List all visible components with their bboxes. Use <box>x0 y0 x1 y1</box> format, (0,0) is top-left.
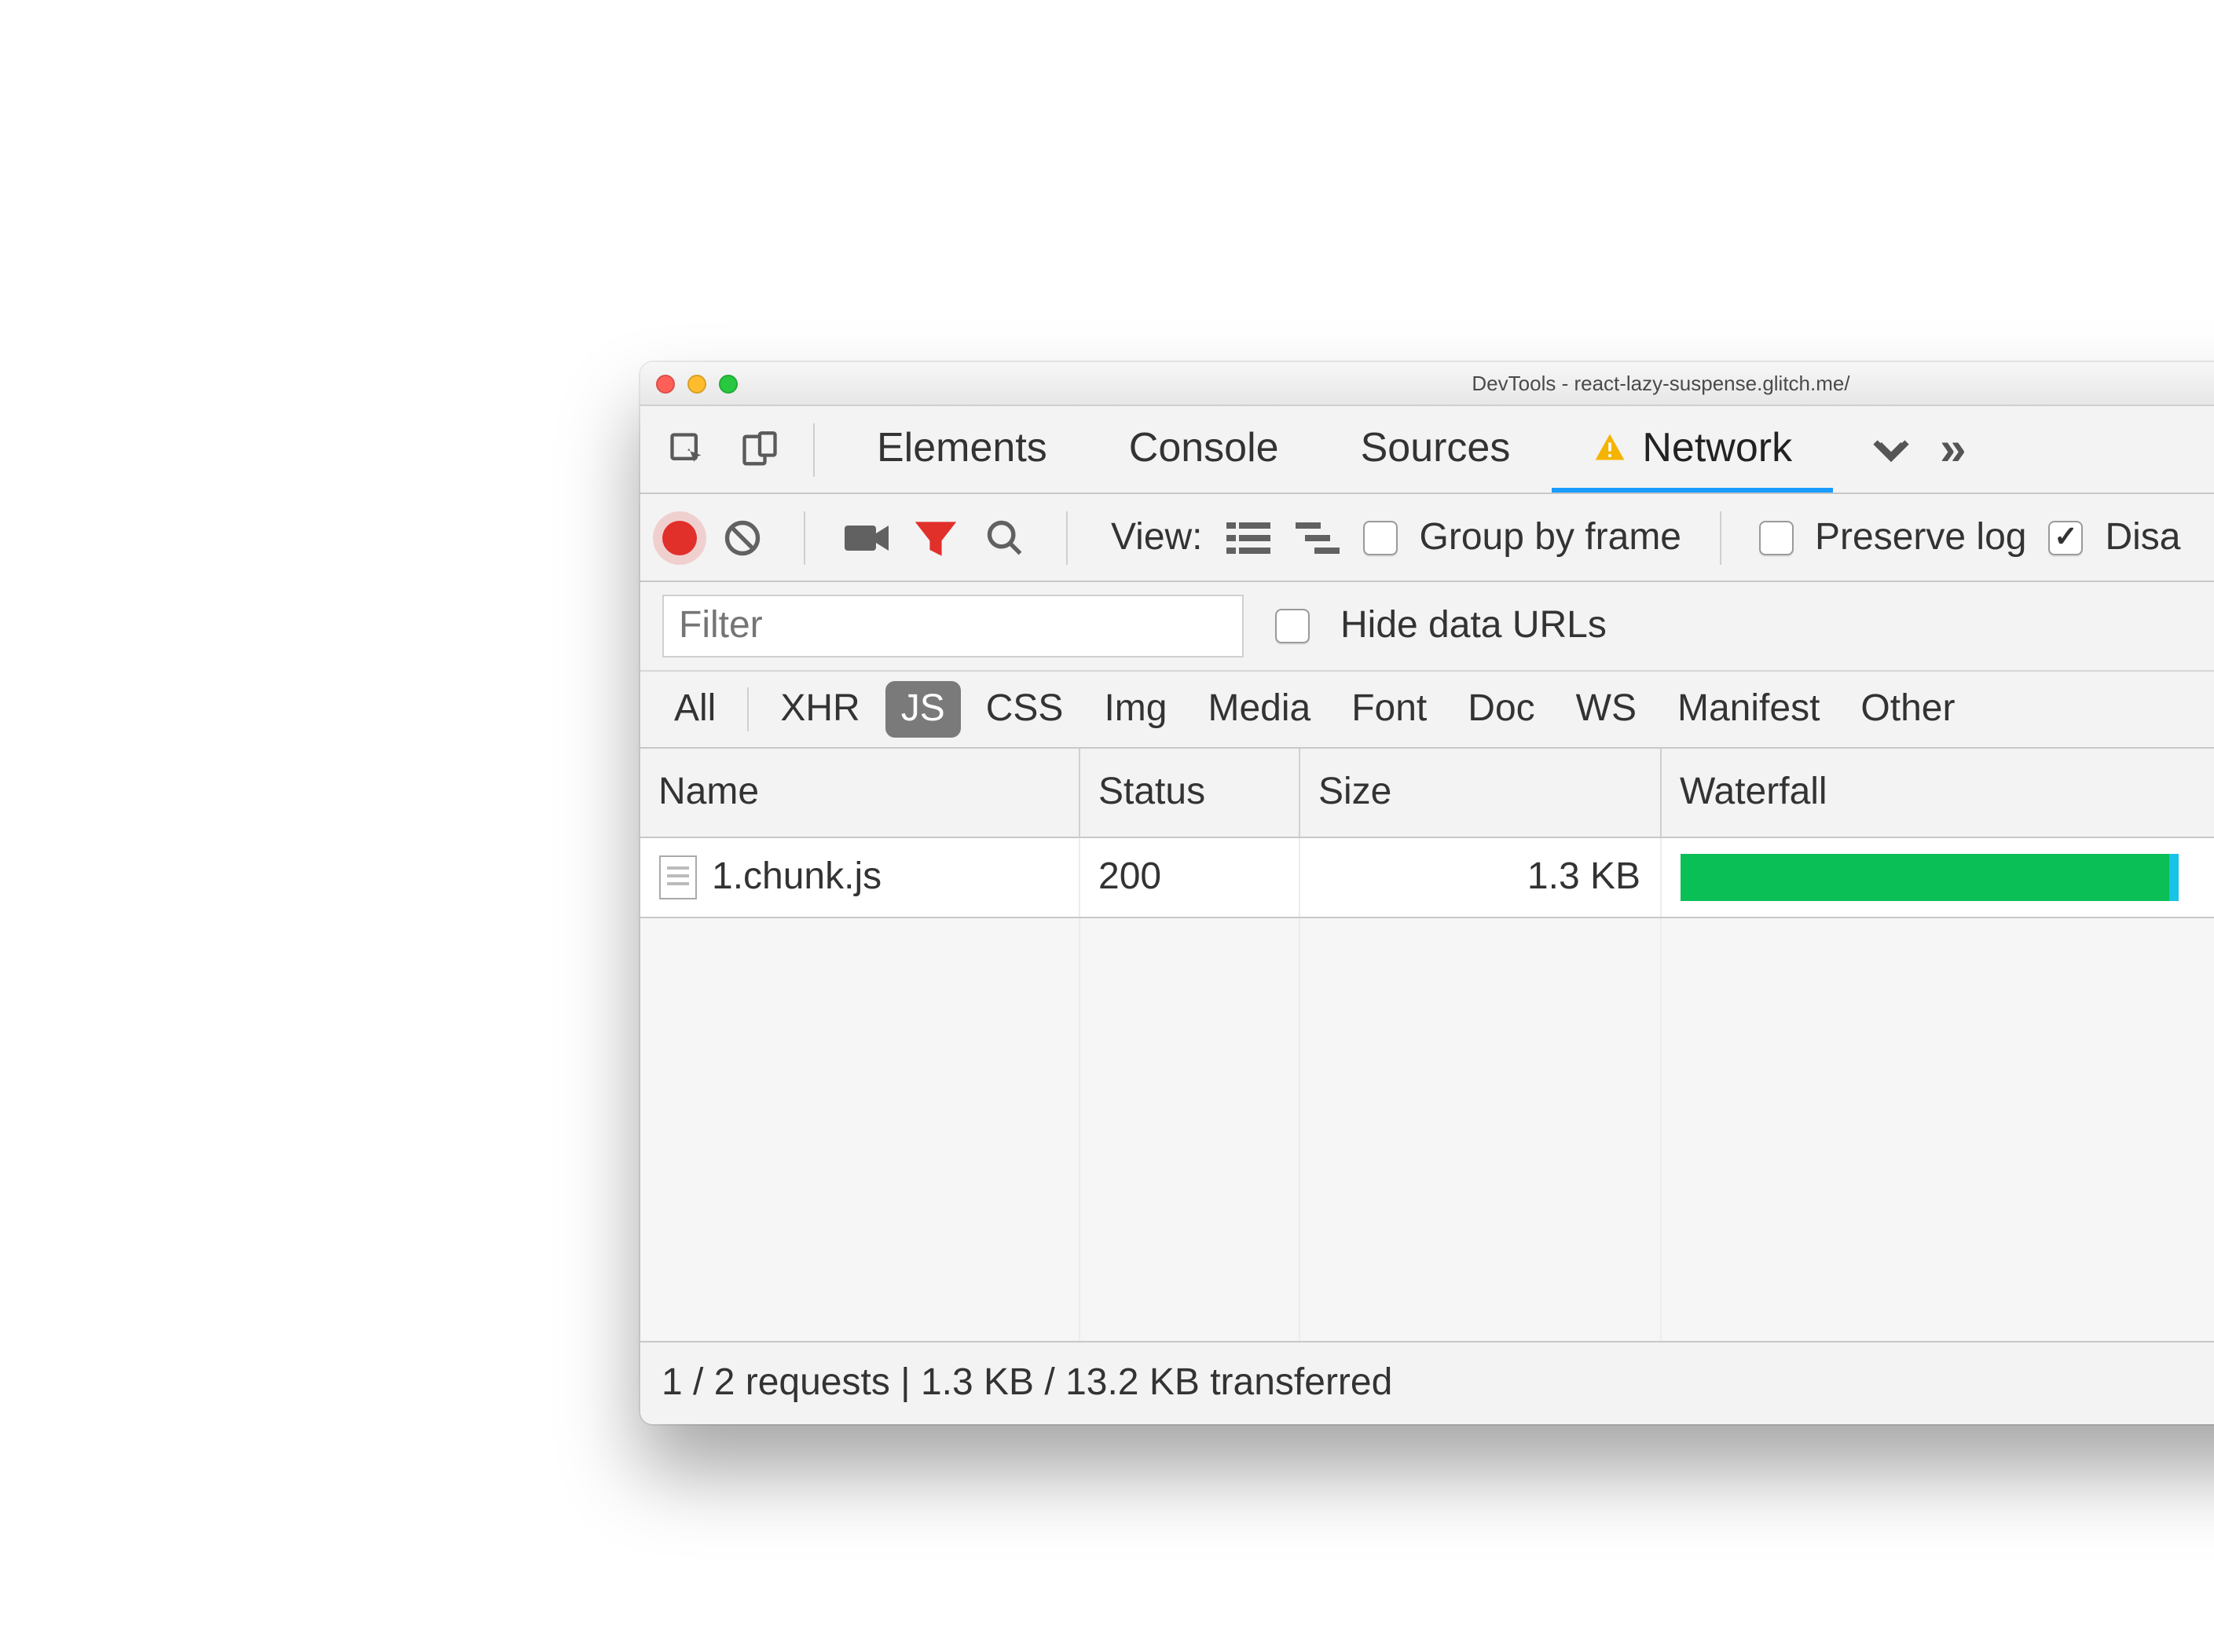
disable-cache-checkbox[interactable] <box>2048 520 2083 555</box>
group-by-frame-label: Group by frame <box>1419 515 1681 559</box>
search-icon[interactable] <box>981 514 1028 561</box>
warning-icon <box>1592 430 1626 464</box>
type-font[interactable]: Font <box>1336 681 1442 738</box>
tab-label: Sources <box>1360 423 1510 471</box>
cell-size[interactable]: 1.3 KB <box>1299 838 1661 917</box>
type-media[interactable]: Media <box>1192 681 1326 738</box>
inspect-element-icon[interactable] <box>655 418 718 481</box>
view-waterfall-icon[interactable] <box>1293 514 1340 561</box>
tab-elements[interactable]: Elements <box>836 406 1088 493</box>
filter-row: Hide data URLs <box>640 582 2214 672</box>
column-label: Size <box>1318 771 1391 815</box>
network-toolbar: View: Group by frame Preserve log Disa <box>640 494 2214 582</box>
type-img[interactable]: Img <box>1088 681 1182 738</box>
disable-cache-label: Disa <box>2105 515 2180 559</box>
window-title: DevTools - react-lazy-suspense.glitch.me… <box>640 372 2214 395</box>
separator <box>803 511 805 564</box>
filter-input[interactable] <box>662 595 1243 658</box>
overflow-tabs-icon[interactable]: » <box>1912 423 1994 476</box>
type-filter-row: All XHR JS CSS Img Media Font Doc WS Man… <box>640 672 2214 749</box>
preserve-log-checkbox[interactable] <box>1758 520 1793 555</box>
separator <box>812 423 814 476</box>
tab-label: Network <box>1642 423 1792 471</box>
group-by-frame-checkbox[interactable] <box>1362 520 1397 555</box>
panel-tabs: Elements Console Sources Network <box>836 406 1833 493</box>
separator <box>1065 511 1067 564</box>
filter-icon[interactable] <box>911 514 959 561</box>
devtools-window: DevTools - react-lazy-suspense.glitch.me… <box>640 362 2214 1424</box>
tab-console[interactable]: Console <box>1087 406 1319 493</box>
js-file-icon <box>658 855 696 899</box>
cell-status[interactable]: 200 <box>1080 838 1299 917</box>
hide-data-urls-checkbox[interactable] <box>1274 609 1309 643</box>
device-toolbar-icon[interactable] <box>728 418 790 481</box>
type-xhr[interactable]: XHR <box>764 681 875 738</box>
requests-empty-area <box>640 918 2214 1342</box>
type-ws[interactable]: WS <box>1560 681 1651 738</box>
view-label: View: <box>1111 515 1203 559</box>
tab-label: Elements <box>877 423 1047 471</box>
column-label: Status <box>1098 771 1205 815</box>
preserve-log-label: Preserve log <box>1815 515 2026 559</box>
column-name[interactable]: Name <box>640 749 1080 838</box>
cell-waterfall[interactable] <box>1661 838 2214 917</box>
column-status[interactable]: Status <box>1080 749 1299 838</box>
size-value: 1.3 KB <box>1527 855 1640 899</box>
status-text: 1 / 2 requests | 1.3 KB / 13.2 KB transf… <box>662 1361 1392 1404</box>
type-manifest[interactable]: Manifest <box>1662 681 1835 738</box>
status-bar: 1 / 2 requests | 1.3 KB / 13.2 KB transf… <box>640 1342 2214 1424</box>
titlebar[interactable]: DevTools - react-lazy-suspense.glitch.me… <box>640 362 2214 406</box>
tab-network[interactable]: Network <box>1551 406 1833 493</box>
type-css[interactable]: CSS <box>970 681 1079 738</box>
record-button[interactable] <box>662 520 696 555</box>
type-doc[interactable]: Doc <box>1452 681 1550 738</box>
separator <box>747 687 749 731</box>
type-all[interactable]: All <box>658 681 731 738</box>
tab-sources[interactable]: Sources <box>1319 406 1551 493</box>
cell-name[interactable]: 1.chunk.js <box>640 838 1080 917</box>
clear-icon[interactable] <box>718 514 765 561</box>
type-other[interactable]: Other <box>1845 681 1970 738</box>
status-code: 200 <box>1098 855 1161 899</box>
separator <box>1719 511 1721 564</box>
column-size[interactable]: Size <box>1299 749 1661 838</box>
requests-table: Name Status Size Waterfall 1.chunk.js 20… <box>640 749 2214 918</box>
column-label: Waterfall <box>1680 771 1827 815</box>
type-js[interactable]: JS <box>885 681 960 738</box>
hide-data-urls-label: Hide data URLs <box>1340 604 1607 648</box>
waterfall-bar <box>1680 854 2172 901</box>
request-name: 1.chunk.js <box>712 855 882 899</box>
panel-tabs-row: Elements Console Sources Network » <box>640 406 2214 494</box>
view-list-icon[interactable] <box>1224 514 1271 561</box>
camera-icon[interactable] <box>842 514 889 561</box>
tab-label: Console <box>1128 423 1278 471</box>
column-waterfall[interactable]: Waterfall <box>1661 749 2214 838</box>
column-label: Name <box>658 771 759 815</box>
